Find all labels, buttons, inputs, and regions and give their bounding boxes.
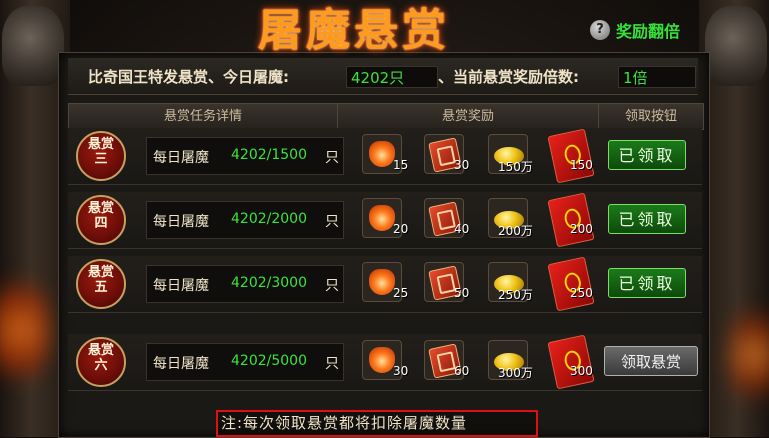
seal-line2: 三 — [94, 152, 108, 167]
info-prefix: 比奇国王特发悬赏、今日屠魔: — [88, 68, 289, 86]
double-reward-button[interactable]: ? 奖励翻倍 — [590, 18, 680, 42]
task-unit: 只 — [325, 278, 339, 294]
task-detail: 每日屠魔 4202/5000 只 — [146, 343, 344, 381]
reward-count: 30 — [454, 158, 470, 172]
reward-count: 250万 — [498, 288, 533, 302]
seal-line2: 六 — [94, 358, 108, 373]
claimed-button[interactable]: 已领取 — [608, 268, 686, 298]
task-unit: 只 — [325, 150, 339, 166]
red-packet-icon[interactable] — [547, 256, 595, 312]
reward-count: 300万 — [498, 366, 533, 380]
task-progress: 4202/2000 — [231, 211, 307, 227]
gem-icon — [369, 141, 395, 167]
task-progress: 4202/5000 — [231, 353, 307, 369]
task-progress: 4202/1500 — [231, 147, 307, 163]
seal-line1: 悬赏 — [87, 265, 114, 280]
bounty-seal: 悬赏 三 — [76, 131, 126, 181]
claim-reward-button[interactable]: 领取悬赏 — [604, 346, 698, 376]
task-name: 每日屠魔 — [153, 150, 209, 166]
column-header-action: 领取按钮 — [624, 109, 677, 124]
gem-icon — [369, 347, 395, 373]
task-detail: 每日屠魔 4202/3000 只 — [146, 265, 344, 303]
reward-count: 200 — [570, 222, 593, 236]
reward-count: 150万 — [498, 160, 533, 174]
page-title: 屠魔悬赏 — [258, 5, 450, 56]
task-progress: 4202/3000 — [231, 275, 307, 291]
bounty-seal: 悬赏 五 — [76, 259, 126, 309]
game-panel: 屠魔悬赏 ? 奖励翻倍 比奇国王特发悬赏、今日屠魔: 4202只 、当前悬赏奖励… — [0, 0, 769, 438]
column-header-reward: 悬赏奖励 — [338, 104, 599, 129]
task-unit: 只 — [325, 214, 339, 230]
gem-icon — [369, 269, 395, 295]
table-row: 悬赏 四 每日屠魔 4202/2000 只 20 40 200万 200 已领取 — [68, 192, 702, 249]
seal-line1: 悬赏 — [87, 343, 114, 358]
task-detail: 每日屠魔 4202/1500 只 — [146, 137, 344, 175]
task-name: 每日屠魔 — [153, 356, 209, 372]
gem-icon — [369, 205, 395, 231]
reward-count: 150 — [570, 158, 593, 172]
reward-count: 50 — [454, 286, 470, 300]
multiplier-box: 1倍 — [618, 66, 696, 88]
table-row: 悬赏 五 每日屠魔 4202/3000 只 25 50 250万 250 已领取 — [68, 256, 702, 313]
table-row: 悬赏 六 每日屠魔 4202/5000 只 30 60 300万 300 领取悬… — [68, 334, 702, 391]
red-packet-icon[interactable] — [547, 334, 595, 390]
task-unit: 只 — [325, 356, 339, 372]
bounty-info-bar: 比奇国王特发悬赏、今日屠魔: 4202只 、当前悬赏奖励倍数: 1倍 — [68, 58, 698, 95]
red-packet-icon[interactable] — [547, 192, 595, 248]
reward-count: 20 — [393, 222, 409, 236]
seal-line1: 悬赏 — [87, 201, 114, 216]
reward-count: 60 — [454, 364, 470, 378]
column-header-task: 悬赏任务详情 — [69, 104, 338, 129]
info-middle: 、当前悬赏奖励倍数: — [438, 68, 579, 86]
task-detail: 每日屠魔 4202/2000 只 — [146, 201, 344, 239]
claimed-button[interactable]: 已领取 — [608, 140, 686, 170]
reward-count: 30 — [393, 364, 409, 378]
task-name: 每日屠魔 — [153, 214, 209, 230]
double-reward-label[interactable]: 奖励翻倍 — [616, 18, 680, 42]
table-header: 悬赏任务详情 悬赏奖励 领取按钮 — [68, 103, 704, 130]
notice-text: 注:每次领取悬赏都将扣除屠魔数量 — [216, 410, 538, 437]
reward-count: 25 — [393, 286, 409, 300]
reward-count: 15 — [393, 158, 409, 172]
red-packet-icon[interactable] — [547, 128, 595, 184]
kill-count-box: 4202只 — [346, 66, 438, 88]
reward-count: 40 — [454, 222, 470, 236]
dragon-statue-icon — [2, 6, 64, 86]
reward-count: 250 — [570, 286, 593, 300]
claimed-button[interactable]: 已领取 — [608, 204, 686, 234]
seal-line2: 四 — [94, 216, 108, 231]
task-name: 每日屠魔 — [153, 278, 209, 294]
bounty-seal: 悬赏 六 — [76, 337, 126, 387]
question-icon[interactable]: ? — [590, 20, 610, 40]
dragon-statue-icon — [705, 6, 767, 86]
reward-count: 300 — [570, 364, 593, 378]
bounty-seal: 悬赏 四 — [76, 195, 126, 245]
table-row: 悬赏 三 每日屠魔 4202/1500 只 15 30 150万 150 已领取 — [68, 128, 702, 185]
reward-count: 200万 — [498, 224, 533, 238]
seal-line2: 五 — [94, 280, 108, 295]
seal-line1: 悬赏 — [87, 137, 114, 152]
